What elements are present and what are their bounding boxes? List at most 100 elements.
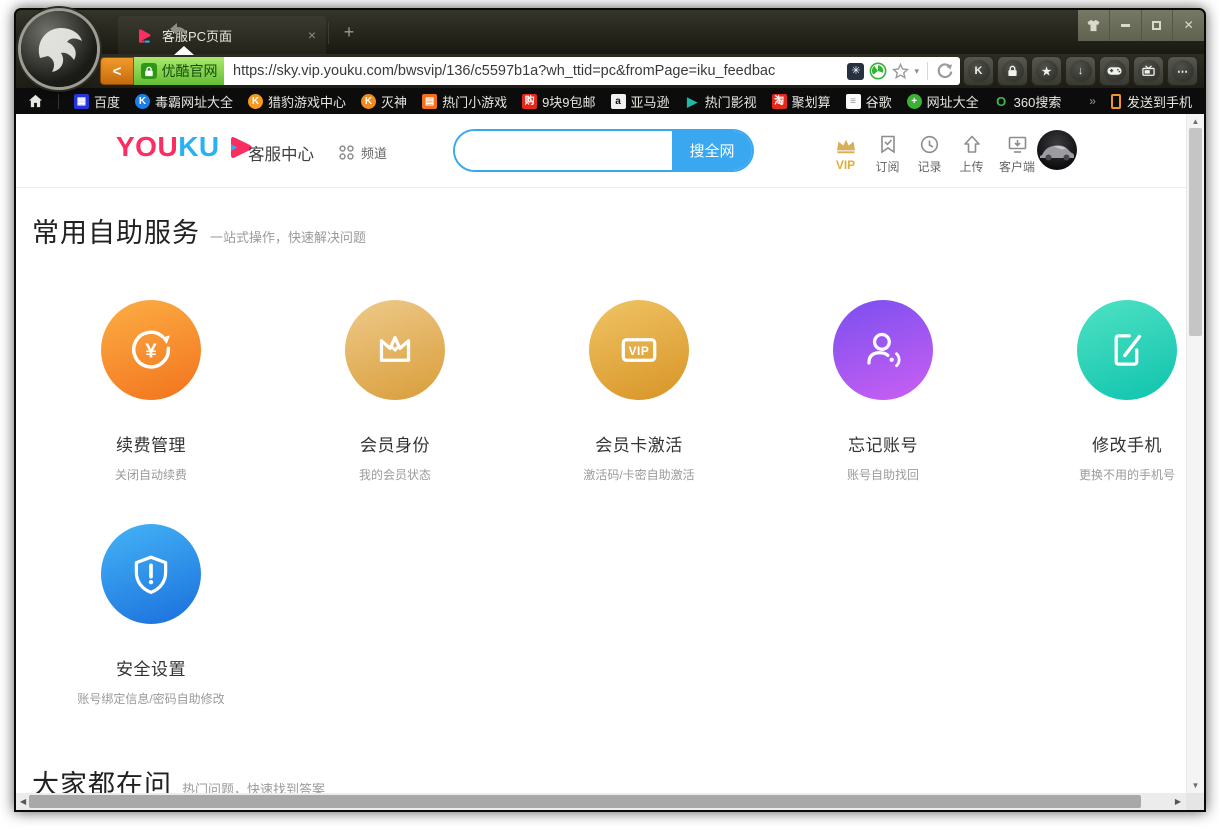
bookmark-item-9kuai9[interactable]: 购9块9包邮 [522, 92, 595, 111]
games-button[interactable] [1099, 56, 1130, 86]
svg-text:¥: ¥ [145, 340, 157, 363]
gamepad-icon [1107, 66, 1122, 76]
scroll-right-arrow[interactable]: ▶ [1175, 793, 1181, 810]
url-field[interactable]: https://sky.vip.youku.com/bwsvip/136/c55… [224, 57, 960, 85]
edit-doc-icon [1101, 324, 1153, 376]
gou-icon: 购 [522, 94, 537, 109]
skin-button[interactable] [1078, 10, 1109, 41]
url-separator [927, 62, 928, 80]
url-text[interactable]: https://sky.vip.youku.com/bwsvip/136/c55… [224, 63, 847, 79]
user-avatar[interactable] [1037, 130, 1077, 170]
service-title: 续费管理 [39, 431, 263, 456]
scroll-up-arrow[interactable]: ▲ [1187, 117, 1204, 126]
browser-window: 客服PC页面 × + ✕ < 优酷官网 https://sky.vip.youk [14, 8, 1206, 812]
grid-icon [338, 144, 355, 161]
service-security-settings[interactable]: 安全设置 账号绑定信息/密码自助修改 [39, 524, 263, 707]
amazon-icon: a [611, 94, 626, 109]
home-button[interactable] [28, 94, 43, 108]
close-button[interactable]: ✕ [1172, 10, 1204, 41]
vertical-scrollbar[interactable]: ▲ ▼ [1186, 114, 1204, 793]
bookmark-item-mieshen[interactable]: K灭神 [361, 92, 407, 111]
service-subtitle: 账号自助找回 [771, 466, 995, 483]
download-button[interactable]: ↓ [1065, 56, 1096, 86]
page-viewport: YOUKU 客服中心 频道 搜全网 [16, 114, 1204, 810]
search-input[interactable] [455, 131, 672, 170]
channel-label: 频道 [361, 143, 387, 162]
ring-icon: O [994, 94, 1009, 109]
bookmark-item-duba[interactable]: K毒霸网址大全 [135, 92, 233, 111]
refresh-icon[interactable] [936, 62, 954, 80]
browser-tab[interactable]: 客服PC页面 × [118, 16, 326, 54]
vip-menu-item[interactable]: VIP [827, 133, 864, 175]
play-icon: ▶ [685, 94, 700, 109]
subscribe-menu-item[interactable]: 订阅 [869, 133, 906, 175]
titlebar-back-icon[interactable] [168, 21, 190, 41]
horizontal-scrollbar[interactable]: ◀ ▶ [16, 793, 1186, 810]
back-button[interactable]: < [100, 57, 134, 85]
new-tab-button[interactable]: + [336, 20, 362, 44]
bookmark-item-google[interactable]: ≡谷歌 [846, 92, 892, 111]
extension-badge-icon[interactable]: ✳ [847, 63, 864, 80]
bookmark-item-juhuasuan[interactable]: 淘聚划算 [772, 92, 831, 111]
service-forgot-account[interactable]: 忘记账号 账号自助找回 [771, 300, 995, 483]
service-change-phone[interactable]: 修改手机 更换不用的手机号 [1015, 300, 1204, 483]
upload-menu-item[interactable]: 上传 [953, 133, 990, 175]
liebao-k-button[interactable]: K [963, 56, 994, 86]
bookmark-item-wangzhi[interactable]: +网址大全 [907, 92, 979, 111]
bookmark-item-movies[interactable]: ▶热门影视 [685, 92, 757, 111]
service-title: 会员卡激活 [527, 431, 751, 456]
channel-button[interactable]: 频道 [338, 143, 387, 162]
client-menu-item[interactable]: 客户端 [995, 133, 1039, 175]
bookmark-item-liebao-games[interactable]: K猎豹游戏中心 [248, 92, 346, 111]
service-subtitle: 激活码/卡密自助激活 [527, 466, 751, 483]
section-self-service-heading: 常用自助服务 一站式操作，快速解决问题 [32, 211, 366, 250]
search-button[interactable]: 搜全网 [672, 131, 752, 170]
youku-logo[interactable]: YOUKU [116, 131, 256, 163]
lock-icon [141, 63, 157, 79]
scroll-left-arrow[interactable]: ◀ [20, 793, 26, 810]
bookmark-check-icon [879, 135, 897, 154]
leopard-head-icon [39, 28, 82, 72]
minigames-icon: ▤ [422, 94, 437, 109]
site-badge-label: 优酷官网 [162, 61, 218, 81]
tv-icon [1142, 65, 1155, 77]
more-menu-button[interactable]: ⋯ [1167, 56, 1198, 86]
scroll-down-arrow[interactable]: ▼ [1187, 781, 1204, 790]
accelerator-fan-icon[interactable] [869, 62, 887, 80]
tab-close-icon[interactable]: × [298, 27, 326, 43]
tv-mode-button[interactable] [1133, 56, 1164, 86]
address-bar: < 优酷官网 https://sky.vip.youku.com/bwsvip/… [16, 54, 1204, 88]
toolbar-buttons: K ★ ↓ ⋯ [963, 56, 1198, 86]
add-bookmark-star-icon[interactable] [892, 63, 909, 79]
history-menu-item[interactable]: 记录 [911, 133, 948, 175]
minimize-button[interactable] [1109, 10, 1141, 41]
bookmark-item-baidu[interactable]: ▦百度 [74, 92, 120, 111]
liebao-browser-logo[interactable] [21, 11, 97, 87]
security-lock-button[interactable] [997, 56, 1028, 86]
upload-arrow-icon [963, 135, 981, 154]
renew-yen-icon: ¥ [125, 324, 177, 376]
bookmarks-overflow-chevron[interactable]: » [1089, 94, 1096, 108]
maximize-icon [1152, 21, 1161, 30]
bookmark-item-minigames[interactable]: ▤热门小游戏 [422, 92, 507, 111]
service-card-activation[interactable]: VIP 会员卡激活 激活码/卡密自助激活 [527, 300, 751, 483]
minimize-icon [1121, 24, 1130, 27]
user-menu: VIP 订阅 记录 [827, 133, 1039, 175]
bookmark-item-amazon[interactable]: a亚马逊 [611, 92, 670, 111]
section-subtitle: 一站式操作，快速解决问题 [210, 227, 366, 246]
service-subtitle: 关闭自动续费 [39, 466, 263, 483]
vertical-scroll-thumb[interactable] [1189, 128, 1202, 336]
service-title: 忘记账号 [771, 431, 995, 456]
bookmark-caret-icon[interactable]: ▾ [914, 66, 919, 77]
maximize-button[interactable] [1141, 10, 1173, 41]
favorites-star-button[interactable]: ★ [1031, 56, 1062, 86]
site-verified-badge[interactable]: 优酷官网 [134, 57, 224, 85]
service-member-status[interactable]: 会员身份 我的会员状态 [283, 300, 507, 483]
horizontal-scroll-thumb[interactable] [29, 795, 1141, 808]
bookmark-item-360search[interactable]: O360搜索 [994, 92, 1062, 111]
send-to-phone-button[interactable]: 发送到手机 [1111, 92, 1192, 111]
service-renew-management[interactable]: ¥ 续费管理 关闭自动续费 [39, 300, 263, 483]
client-download-icon [1008, 135, 1027, 154]
home-icon [28, 94, 43, 108]
svg-text:VIP: VIP [629, 344, 650, 358]
